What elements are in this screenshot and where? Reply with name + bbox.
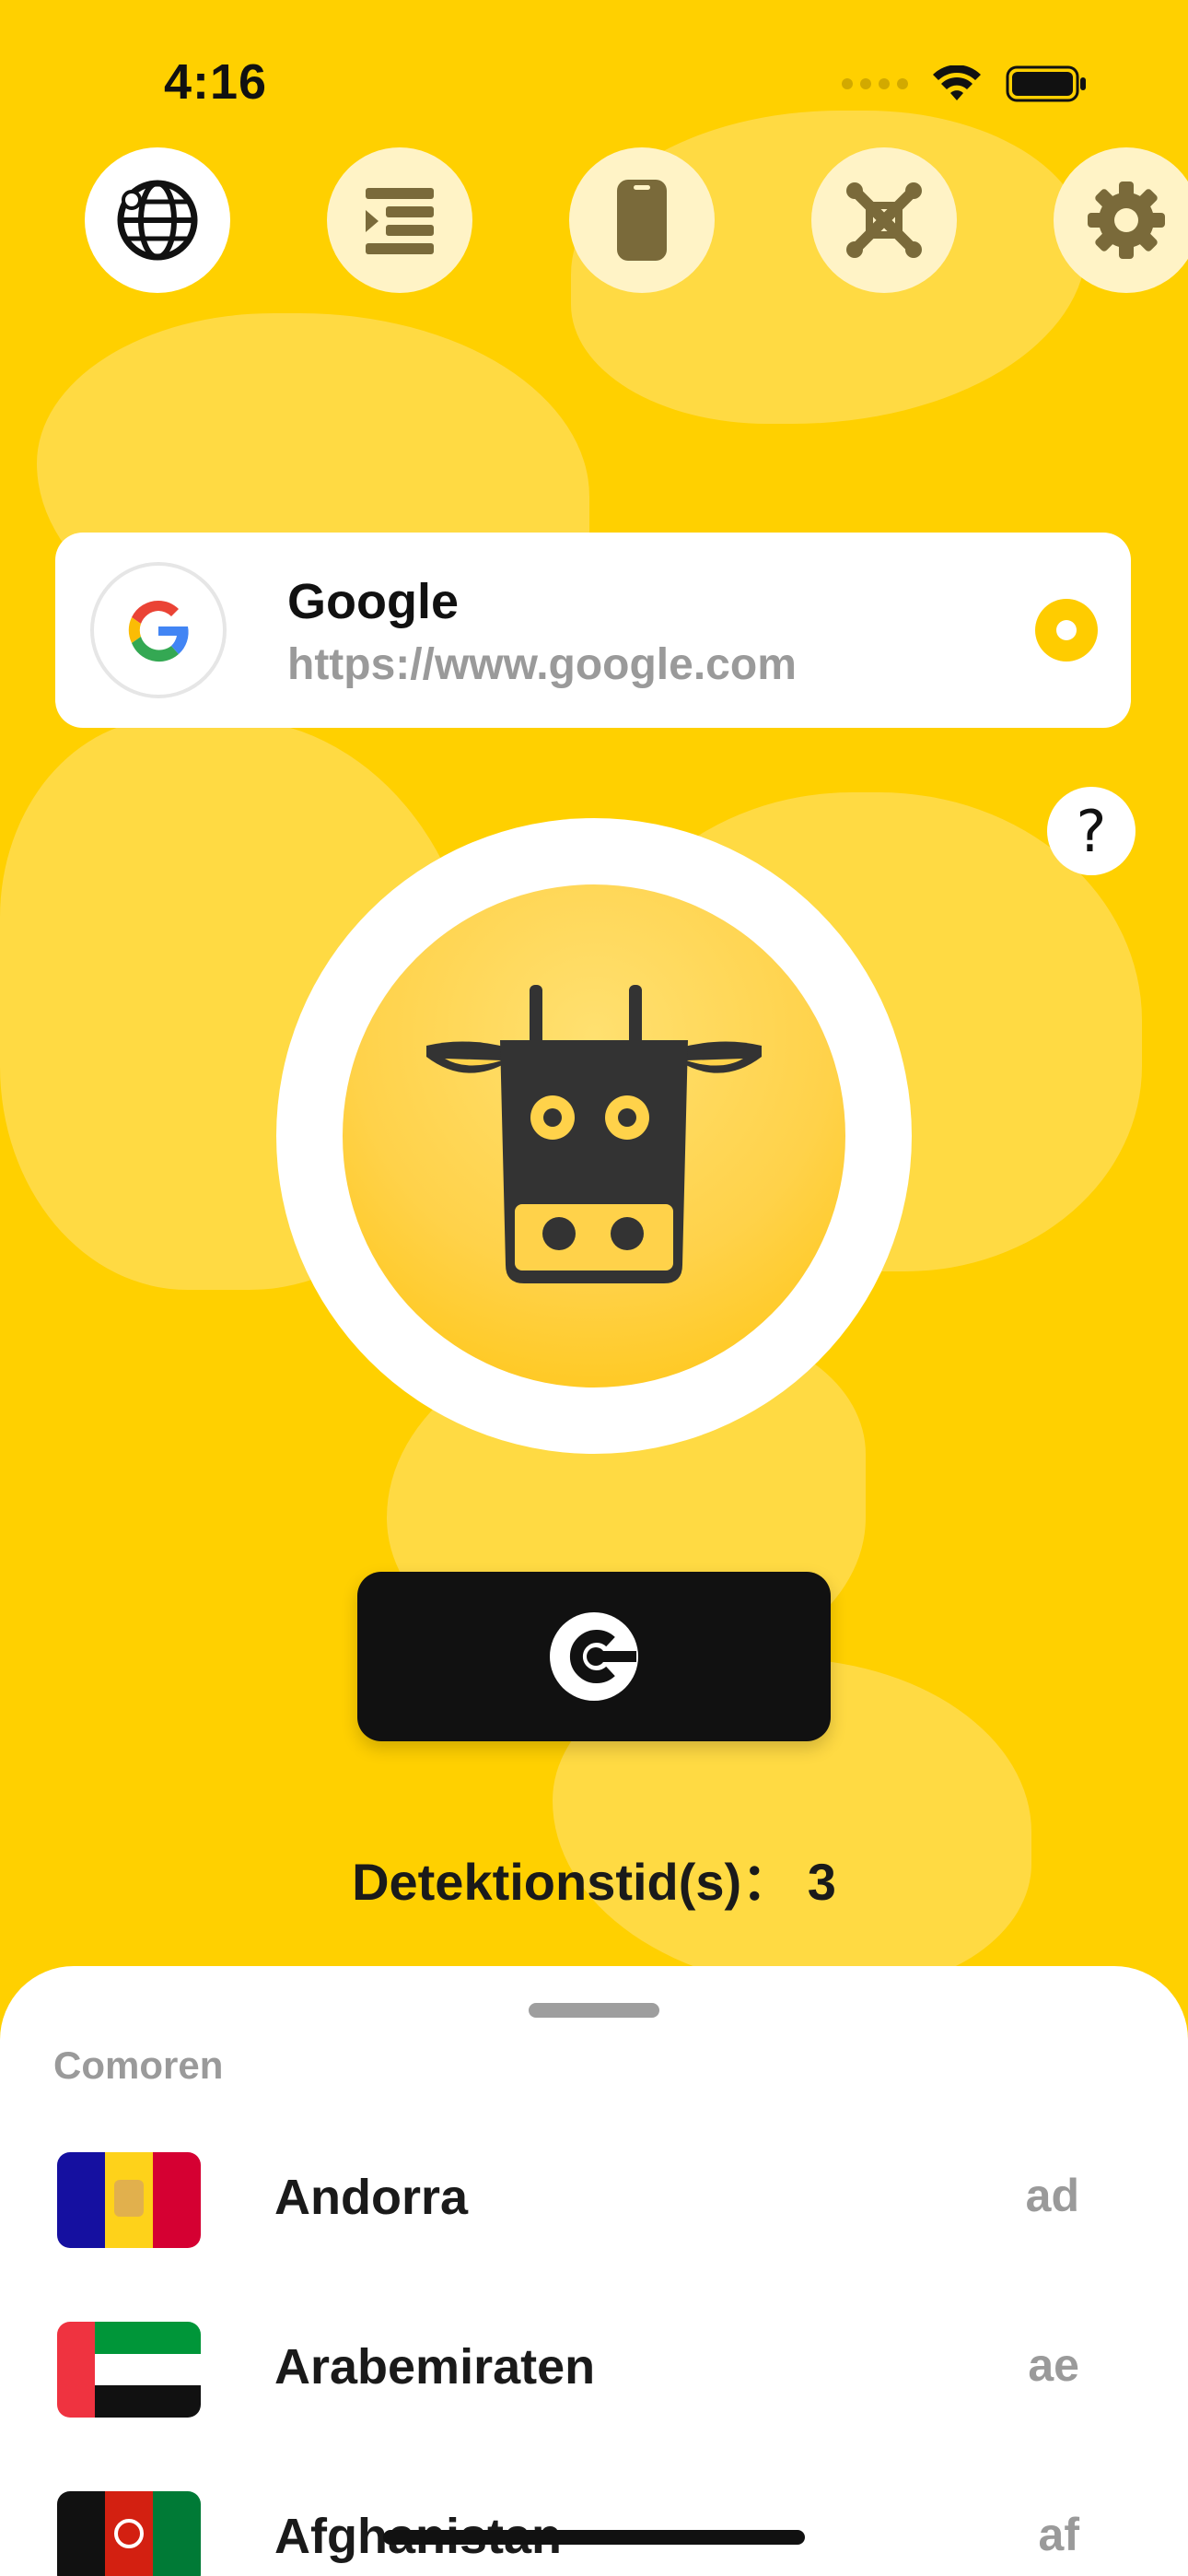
app-screen: 4:16 Google https://www.google.com ? Det… xyxy=(0,0,1188,2576)
battery-icon xyxy=(1006,65,1086,102)
tab-network[interactable] xyxy=(811,147,957,293)
country-name: Arabemiraten xyxy=(274,2339,596,2395)
status-circle[interactable] xyxy=(276,818,912,1454)
status-indicators xyxy=(842,64,1089,103)
status-time: 4:16 xyxy=(164,54,268,110)
country-code: af xyxy=(1038,2509,1079,2560)
flag-andorra-icon xyxy=(57,2152,201,2248)
tab-globe[interactable] xyxy=(85,147,230,293)
wifi-icon xyxy=(933,65,981,100)
flag-uae-icon xyxy=(57,2322,201,2418)
country-row-arabemiraten[interactable]: Arabemiraten ae xyxy=(0,2290,1188,2460)
country-sheet: Comoren Andorra ad Arabemiraten ae af xyxy=(0,1966,1188,2576)
home-indicator[interactable] xyxy=(383,2530,805,2545)
flag-afghanistan-icon xyxy=(57,2491,201,2576)
country-row-afghanistan[interactable]: Afghanistan af xyxy=(0,2460,1188,2576)
target-site-card[interactable]: Google https://www.google.com xyxy=(55,533,1131,728)
power-c-icon xyxy=(550,1612,638,1701)
tab-list[interactable] xyxy=(327,147,472,293)
country-code: ae xyxy=(1028,2339,1079,2391)
target-site-name: Google xyxy=(287,574,459,629)
network-icon xyxy=(846,182,922,258)
country-code: ad xyxy=(1025,2170,1079,2221)
gear-icon xyxy=(1088,181,1165,259)
cow-mascot-icon xyxy=(426,985,762,1283)
target-site-url: https://www.google.com xyxy=(287,640,797,689)
country-row-andorra[interactable]: Andorra ad xyxy=(0,2121,1188,2290)
help-button[interactable]: ? xyxy=(1047,787,1136,875)
sheet-grabber[interactable] xyxy=(529,2003,659,2018)
globe-icon xyxy=(117,180,198,261)
selected-radio[interactable] xyxy=(1035,599,1098,662)
detection-time-label: Detektionstid(s)： 3 xyxy=(352,1853,836,1911)
start-test-button[interactable] xyxy=(357,1572,831,1741)
country-name: Andorra xyxy=(274,2170,469,2225)
tab-settings[interactable] xyxy=(1054,147,1188,293)
status-circle-inner xyxy=(343,884,845,1388)
section-header: Comoren xyxy=(53,2043,224,2087)
cellular-signal-icon xyxy=(842,78,908,89)
google-logo-icon xyxy=(90,562,227,698)
list-icon xyxy=(366,188,434,254)
phone-icon xyxy=(617,180,667,261)
tab-phone[interactable] xyxy=(569,147,715,293)
